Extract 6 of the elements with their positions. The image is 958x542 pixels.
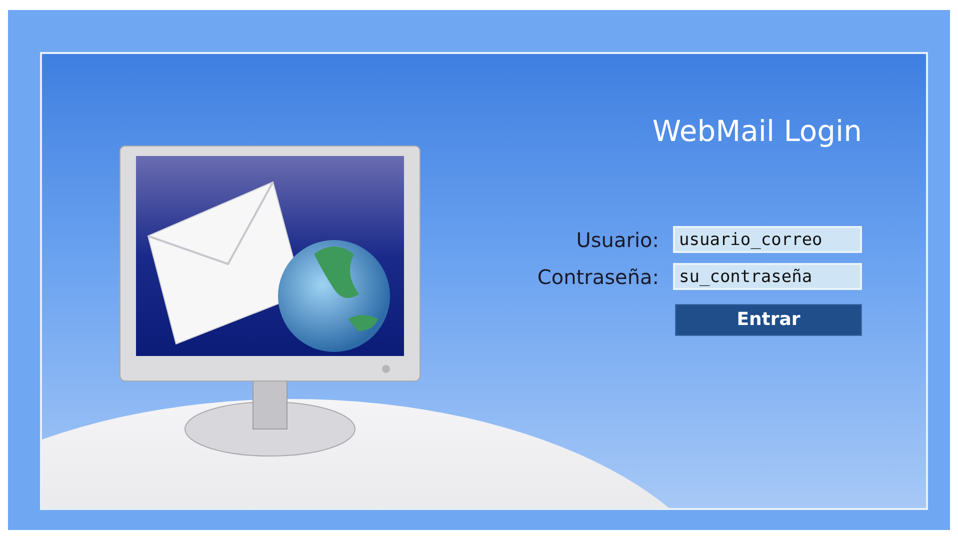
input-field[interactable]: su_contraseña [673, 263, 862, 290]
login-title: WebMail Login [651, 114, 862, 149]
login-button[interactable]: Entrar [675, 304, 862, 336]
field-label: Usuario: [576, 226, 659, 254]
input-field[interactable]: usuario_correo [673, 226, 862, 254]
field-label: Contraseña: [537, 264, 659, 291]
